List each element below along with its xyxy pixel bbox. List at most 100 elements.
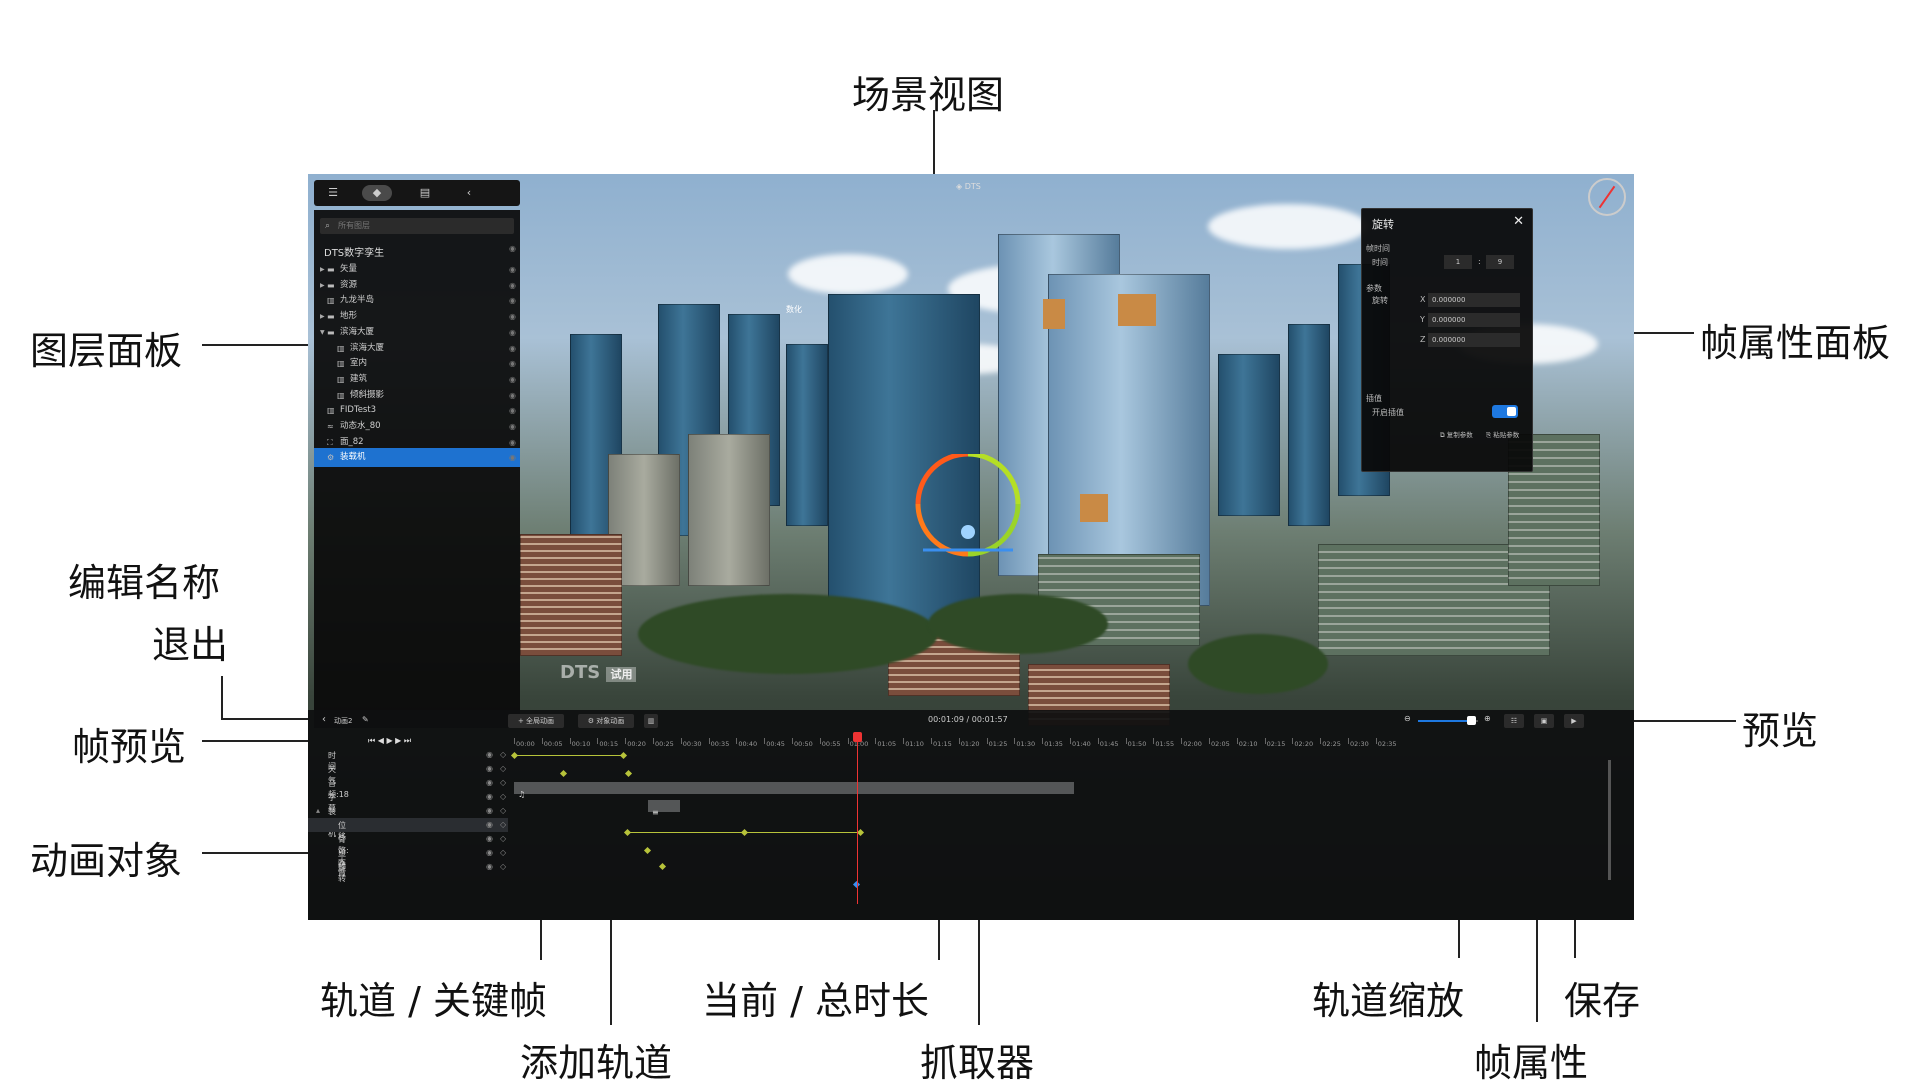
rotation-x-input[interactable]: 0.000000 [1428, 293, 1520, 307]
track-name[interactable]: 旋转 [338, 862, 346, 884]
delete-button[interactable]: ▥ [644, 714, 658, 728]
ruler-tick-label: 01:15 [933, 740, 952, 748]
keyframe[interactable] [624, 769, 633, 778]
eye-icon[interactable]: ◉ [486, 848, 493, 857]
layer-item[interactable]: ⚙ 装载机 ◉ [314, 448, 520, 468]
ruler-tick-label: 02:25 [1322, 740, 1341, 748]
panel-title: 旋转 [1372, 218, 1394, 231]
keyframe-toggle-icon[interactable]: ◇ [500, 848, 506, 857]
eye-icon[interactable]: ◉ [486, 778, 493, 787]
eye-icon[interactable]: ◉ [486, 862, 493, 871]
watermark-badge: 试用 [606, 667, 637, 682]
layer-item-label: 装载机 [340, 452, 366, 463]
caret-down-icon[interactable]: ▴ [316, 806, 320, 815]
skip-end-icon[interactable]: ⏭ [404, 736, 411, 745]
grabber-handle[interactable] [853, 732, 862, 742]
ruler-tick [1070, 738, 1071, 744]
time-separator: / [966, 715, 970, 724]
archive-icon[interactable]: ▤ [410, 185, 440, 201]
ruler-tick-label: 02:00 [1183, 740, 1202, 748]
subtitle-clip[interactable]: ≡ [648, 800, 680, 817]
layer-root-label: DTS数字孪生 [324, 248, 385, 259]
zoom-in-icon[interactable]: ⊕ [1484, 714, 1491, 723]
keyframe-toggle-icon[interactable]: ◇ [500, 834, 506, 843]
back-icon[interactable]: ‹ [322, 714, 326, 725]
eye-icon[interactable]: ◉ [486, 834, 493, 843]
grabber-playhead[interactable] [853, 732, 862, 904]
track-scrollbar[interactable] [1608, 760, 1611, 880]
eye-icon[interactable]: ◉ [486, 792, 493, 801]
annotation-exit: 退出 [152, 623, 229, 667]
eye-icon[interactable]: ◉ [509, 448, 516, 467]
ruler-tick-label: 00:10 [571, 740, 591, 748]
skip-start-icon[interactable]: ⏮ [368, 736, 378, 745]
eye-icon[interactable]: ◉ [486, 806, 493, 815]
ruler-tick-label: 01:40 [1072, 740, 1091, 748]
rotation-y-input[interactable]: 0.000000 [1428, 313, 1520, 327]
ruler-tick [1236, 738, 1238, 744]
tree-cluster [638, 594, 938, 674]
zoom-out-icon[interactable]: ⊖ [1404, 714, 1411, 723]
edit-icon[interactable]: ✎ [362, 715, 369, 724]
collapse-icon[interactable]: ‹ [454, 185, 484, 201]
keyframe-toggle-icon[interactable]: ◇ [500, 820, 506, 829]
rotation-gizmo[interactable] [908, 454, 1028, 564]
frame-property-button[interactable]: ☷ [1504, 714, 1524, 728]
keyframe-toggle-icon[interactable]: ◇ [500, 862, 506, 871]
animation-name: 动画2 [334, 717, 353, 725]
keyframe[interactable] [643, 846, 652, 855]
interp-toggle[interactable] [1492, 405, 1518, 418]
track-zoom-slider[interactable] [1418, 716, 1478, 725]
ruler-tick-label: 01:55 [1155, 740, 1175, 748]
play-icon[interactable]: ▶ [386, 736, 395, 745]
eye-icon[interactable]: ◉ [509, 244, 516, 253]
keyframe-toggle-icon[interactable]: ◇ [500, 806, 506, 815]
add-global-track-button[interactable]: + 全局动画 [508, 714, 564, 728]
eye-icon[interactable]: ◉ [486, 764, 493, 773]
time-display: 00:01:09 / 00:01:57 [928, 715, 1008, 724]
eye-icon[interactable]: ◉ [486, 820, 493, 829]
keyframe[interactable] [856, 828, 865, 837]
keyframe[interactable] [559, 769, 568, 778]
ruler-tick [875, 738, 877, 744]
keyframe-span [516, 755, 624, 756]
save-button[interactable]: ▣ [1534, 714, 1554, 728]
zoom-slider-handle[interactable] [1466, 716, 1476, 725]
menu-icon[interactable]: ☰ [318, 185, 348, 201]
keyframe[interactable] [658, 862, 667, 871]
ruler-tick-label: 01:05 [877, 740, 897, 748]
time-minute-input[interactable]: 1 [1444, 255, 1472, 269]
preview-button[interactable]: ▶ [1564, 714, 1584, 728]
keyframe[interactable] [619, 751, 628, 760]
paste-params-button[interactable]: ⎘ 粘贴参数 [1486, 429, 1519, 440]
z-label: Z [1420, 335, 1426, 344]
rotation-z-input[interactable]: 0.000000 [1428, 333, 1520, 347]
audio-clip[interactable]: ♫ [514, 782, 1074, 799]
frame-property-panel: 旋转 ✕ 帧时间 时间 1 : 9 参数 旋转 X 0.000000 Y 0.0… [1361, 208, 1533, 472]
object-icon: ⚙ [587, 717, 597, 725]
keyframe[interactable] [510, 751, 519, 760]
ruler-tick [1320, 738, 1322, 744]
annotation-add-track: 添加轨道 [520, 1041, 673, 1085]
search-placeholder: 所有图层 [338, 221, 370, 230]
add-object-track-button[interactable]: ⚙ 对象动画 [578, 714, 634, 728]
ruler-tick-label: 01:45 [1099, 740, 1119, 748]
keyframe[interactable] [623, 828, 632, 837]
keyframe[interactable] [740, 828, 749, 837]
ruler-tick [903, 738, 905, 744]
ruler-tick-label: 00:35 [710, 740, 730, 748]
keyframe-toggle-icon[interactable]: ◇ [500, 764, 506, 773]
keyframe-toggle-icon[interactable]: ◇ [500, 778, 506, 787]
layer-search-input[interactable]: ⌕ 所有图层 [320, 218, 514, 234]
keyframe-toggle-icon[interactable]: ◇ [500, 792, 506, 801]
copy-params-button[interactable]: ⧉ 复制参数 [1440, 429, 1473, 440]
keyframe-toggle-icon[interactable]: ◇ [500, 750, 506, 759]
ruler-tick [1348, 738, 1349, 744]
ruler-tick-label: 00:15 [599, 740, 619, 748]
next-frame-icon[interactable]: ▶ [395, 736, 404, 745]
layers-icon[interactable]: ◆ [362, 185, 392, 201]
compass-icon[interactable] [1588, 178, 1626, 216]
time-second-input[interactable]: 9 [1486, 255, 1514, 269]
close-icon[interactable]: ✕ [1513, 214, 1524, 229]
eye-icon[interactable]: ◉ [486, 750, 493, 759]
